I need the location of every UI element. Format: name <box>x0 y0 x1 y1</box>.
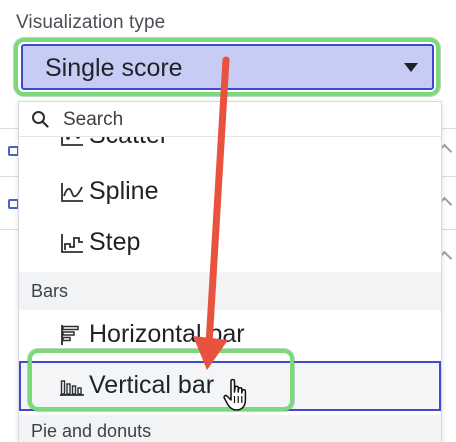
group-header-label: Pie and donuts <box>31 421 152 441</box>
hand-pointer-cursor-icon <box>223 378 247 411</box>
option-label: Horizontal bar <box>89 320 245 348</box>
search-placeholder: Search <box>63 109 124 130</box>
option-label: Spline <box>89 177 159 205</box>
field-label: Visualization type <box>16 12 166 33</box>
dropdown-search[interactable]: Search <box>19 102 441 137</box>
group-header-label: Bars <box>31 281 69 301</box>
vertical-bar-callout-highlight <box>28 349 294 411</box>
horizontal-bar-chart-icon <box>61 325 79 345</box>
select-callout-highlight <box>14 38 440 96</box>
option-spline[interactable]: Spline <box>19 167 441 217</box>
option-label: Scatter <box>89 137 168 150</box>
scatter-chart-icon <box>61 137 83 146</box>
option-step[interactable]: Step <box>19 218 441 268</box>
visualization-type-panel: Visualization type Single score Search S… <box>0 0 456 442</box>
group-header-pie-and-donuts: Pie and donuts <box>19 415 441 442</box>
spline-chart-icon <box>61 183 83 202</box>
step-chart-icon <box>61 234 83 253</box>
option-scatter[interactable]: Scatter <box>19 137 441 161</box>
option-label: Step <box>89 228 141 256</box>
group-header-bars: Bars <box>19 272 441 310</box>
search-icon <box>32 111 49 128</box>
